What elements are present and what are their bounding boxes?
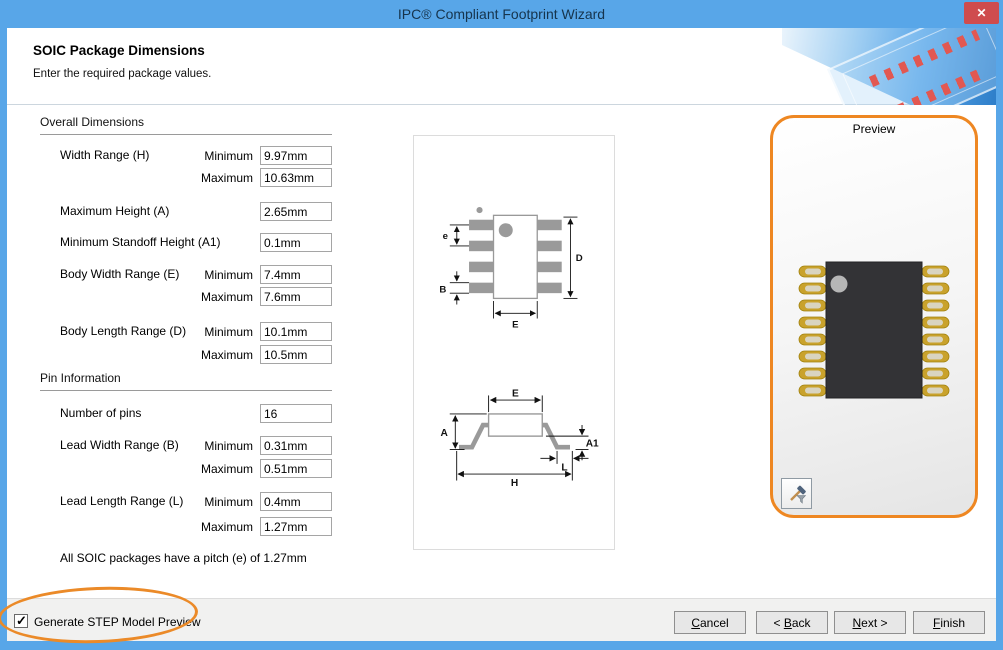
wizard-content: SOIC Package Dimensions Enter the requir… (7, 28, 996, 641)
qualifier-maximum: Maximum (200, 171, 253, 185)
field-label-width-range: Width Range (H) (60, 148, 150, 162)
generate-step-checkbox[interactable]: ✓ (14, 614, 28, 628)
dim-label-H: H (511, 478, 518, 489)
qualifier-maximum: Maximum (200, 290, 253, 304)
footer-bar: ✓ Generate STEP Model Preview Cancel < B… (7, 598, 996, 641)
wizard-header: SOIC Package Dimensions Enter the requir… (7, 28, 996, 105)
page-subtitle: Enter the required package values. (33, 68, 212, 80)
next-button[interactable]: Next > (834, 611, 906, 634)
page-title: SOIC Package Dimensions (33, 43, 205, 58)
cancel-button[interactable]: Cancel (674, 611, 746, 634)
dim-label-A: A (441, 428, 449, 439)
dim-label-L: L (561, 462, 567, 473)
hammer-funnel-icon (789, 485, 806, 504)
soic-top-view-diagram: e B D E (439, 207, 583, 329)
wizard-window: IPC® Compliant Footprint Wizard ✕ SOIC P… (0, 0, 1003, 650)
lead-width-min-input[interactable] (260, 436, 332, 455)
chip-pins-right (921, 265, 950, 397)
circuit-board-image (782, 28, 996, 105)
width-min-input[interactable] (260, 146, 332, 165)
dim-label-A1: A1 (586, 438, 599, 449)
width-max-input[interactable] (260, 168, 332, 187)
package-diagram-panel: e B D E E A A1 H L (413, 135, 615, 550)
orientation-dot (476, 207, 483, 214)
chip-pins-left (798, 265, 827, 397)
generate-step-label: Generate STEP Model Preview (34, 615, 201, 629)
pins-count-input[interactable] (260, 404, 332, 423)
lead-length-min-input[interactable] (260, 492, 332, 511)
field-label-max-height: Maximum Height (A) (60, 204, 170, 218)
qualifier-maximum: Maximum (200, 348, 253, 362)
lead-width-max-input[interactable] (260, 459, 332, 478)
body-width-min-input[interactable] (260, 265, 332, 284)
chip-pin1-marker (830, 275, 848, 293)
pitch-note: All SOIC packages have a pitch (e) of 1.… (60, 551, 307, 565)
section-overall-dimensions: Overall Dimensions (40, 115, 332, 135)
field-label-number-of-pins: Number of pins (60, 406, 142, 420)
titlebar: IPC® Compliant Footprint Wizard ✕ (0, 0, 1003, 28)
qualifier-maximum: Maximum (200, 462, 253, 476)
pin1-marker (498, 223, 513, 238)
field-label-min-standoff: Minimum Standoff Height (A1) (60, 235, 221, 249)
dim-label-E: E (512, 319, 519, 329)
back-button[interactable]: < Back (756, 611, 828, 634)
preview-panel: Preview (770, 115, 978, 518)
dim-label-B: B (439, 284, 446, 295)
close-button[interactable]: ✕ (964, 2, 999, 24)
step-model-chip (798, 261, 950, 399)
dim-label-E-side: E (512, 388, 519, 399)
max-height-input[interactable] (260, 202, 332, 221)
body-length-max-input[interactable] (260, 345, 332, 364)
body-length-min-input[interactable] (260, 322, 332, 341)
min-standoff-input[interactable] (260, 233, 332, 252)
window-title: IPC® Compliant Footprint Wizard (397, 6, 606, 22)
preview-tool-button[interactable] (781, 478, 812, 509)
soic-side-view-diagram: E A A1 H L (441, 388, 600, 489)
qualifier-minimum: Minimum (204, 439, 253, 453)
qualifier-minimum: Minimum (204, 149, 253, 163)
finish-button[interactable]: Finish (913, 611, 985, 634)
qualifier-minimum: Minimum (204, 268, 253, 282)
dim-label-D: D (576, 253, 583, 264)
close-icon: ✕ (976, 6, 987, 20)
section-pin-information: Pin Information (40, 371, 332, 391)
lead-length-max-input[interactable] (260, 517, 332, 536)
dim-label-e: e (443, 231, 449, 242)
body-width-max-input[interactable] (260, 287, 332, 306)
checkmark-icon: ✓ (16, 613, 27, 628)
qualifier-maximum: Maximum (200, 520, 253, 534)
qualifier-minimum: Minimum (204, 495, 253, 509)
qualifier-minimum: Minimum (204, 325, 253, 339)
